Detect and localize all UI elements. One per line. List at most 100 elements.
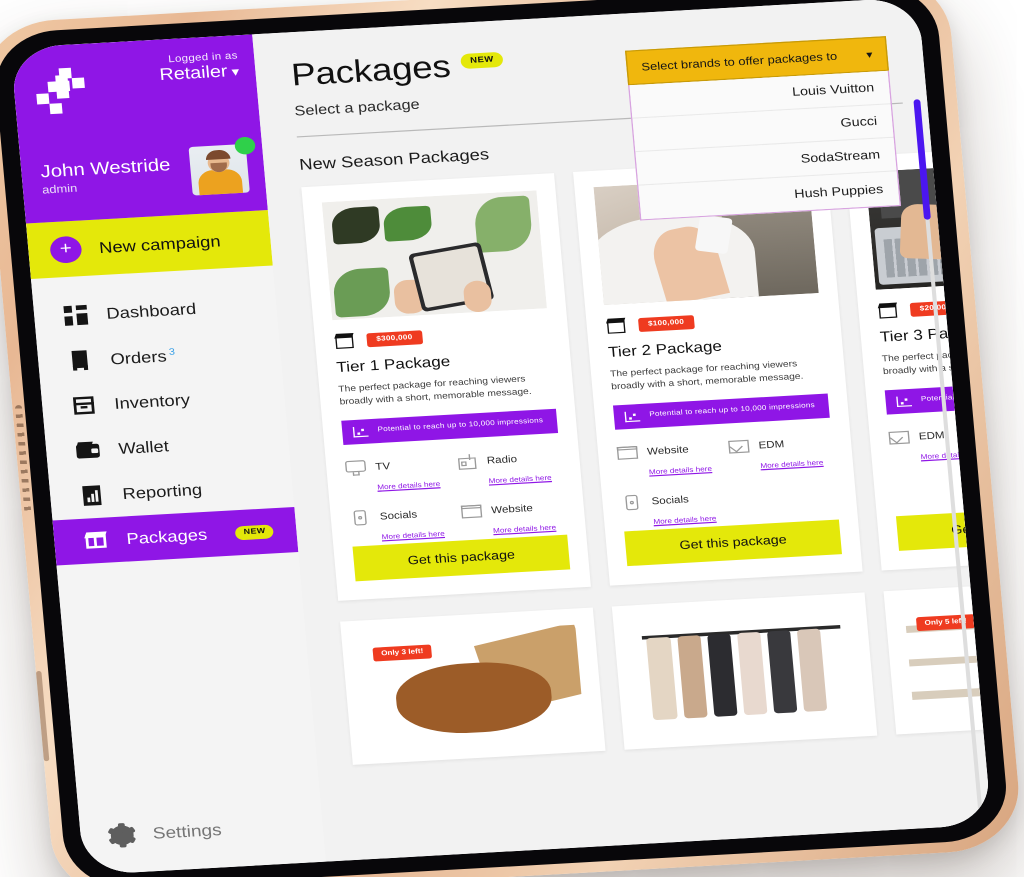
sidebar-item-label: Reporting xyxy=(121,480,203,503)
chart-icon xyxy=(352,426,369,437)
package-meta: $100,000 xyxy=(605,306,821,335)
chevron-down-icon: ▾ xyxy=(231,65,240,80)
channel-list: Website More details here EDM More detai… xyxy=(616,433,839,531)
reporting-icon xyxy=(80,485,105,506)
channel-name: Socials xyxy=(379,508,418,522)
tv-icon xyxy=(344,459,367,476)
package-thumbnail: Only 5 left! xyxy=(903,593,992,717)
wallet-icon xyxy=(75,440,101,461)
settings-label: Settings xyxy=(151,819,223,843)
channel-item: Website More details here xyxy=(616,440,723,482)
impressions-text: Potential to reach up to 10,000 impressi… xyxy=(649,402,816,419)
package-icon xyxy=(333,332,355,350)
packages-grid-second-row: Only 3 left! Only 5 left! xyxy=(340,576,992,765)
chevron-down-icon: ▾ xyxy=(865,47,873,60)
status-online-indicator xyxy=(234,136,256,155)
brand-logo-icon xyxy=(31,66,98,116)
page-title: Packages xyxy=(289,48,452,93)
channel-item: Socials More details here xyxy=(349,504,455,546)
tablet-device: Logged in as Retailer ▾ John Westride adm… xyxy=(0,0,1024,877)
impressions-text: Potential to reach up to 10,000 impressi… xyxy=(920,387,992,404)
sidebar-header: Logged in as Retailer ▾ John Westride adm… xyxy=(10,34,268,224)
sidebar-item-label: Packages xyxy=(125,525,208,548)
package-thumbnail: Only 3 left! xyxy=(360,624,586,747)
thumbnail-image xyxy=(903,593,992,701)
channel-details-link[interactable]: More details here xyxy=(493,524,557,534)
channel-details-link[interactable]: More details here xyxy=(649,466,713,476)
channel-name: EDM xyxy=(757,437,785,451)
app-window: Logged in as Retailer ▾ John Westride adm… xyxy=(10,0,992,876)
logged-in-as[interactable]: Logged in as Retailer ▾ xyxy=(158,49,240,85)
channel-item: TV More details here xyxy=(344,455,451,497)
screenshot-root: Logged in as Retailer ▾ John Westride adm… xyxy=(0,0,1024,877)
package-icon xyxy=(877,301,899,319)
sidebar-nav: Dashboard Orders3 Inventory Wallet Repor… xyxy=(31,265,299,566)
channel-item: Radio More details here xyxy=(456,449,562,491)
brand-dropdown-label: Select brands to offer packages to xyxy=(640,49,838,74)
packages-new-badge: NEW xyxy=(234,523,275,540)
chart-icon xyxy=(896,395,913,407)
channel-list: EDM More details here xyxy=(888,418,991,466)
sidebar-item-label: Orders3 xyxy=(109,346,176,368)
main-content: Select brands to offer packages to ▾ Lou… xyxy=(252,0,992,862)
package-card[interactable] xyxy=(611,591,878,750)
plus-icon: + xyxy=(49,235,83,264)
channel-name: Radio xyxy=(486,452,518,466)
package-card[interactable]: $100,000 Tier 2 Package The perfect pack… xyxy=(573,157,863,586)
thumbnail-image xyxy=(632,609,847,721)
package-meta: $300,000 xyxy=(333,321,549,350)
channel-name: Website xyxy=(646,443,690,458)
channel-details-link[interactable]: More details here xyxy=(377,481,441,491)
mail-icon xyxy=(728,438,750,454)
impressions-pill: Potential to reach up to 10,000 impressi… xyxy=(612,392,830,430)
mobile-icon xyxy=(621,494,643,510)
role-label: Retailer xyxy=(158,62,229,85)
package-card[interactable]: Only 3 left! xyxy=(340,606,606,765)
sidebar-item-label: Wallet xyxy=(117,437,170,458)
new-campaign-label: New campaign xyxy=(98,231,222,256)
channel-details-link[interactable]: More details here xyxy=(920,450,984,460)
impressions-text: Potential to reach up to 10,000 impressi… xyxy=(377,417,544,434)
package-description: The perfect package for reaching viewers… xyxy=(337,373,533,408)
device-bezel: Logged in as Retailer ▾ John Westride adm… xyxy=(0,0,1011,877)
device-screen: Logged in as Retailer ▾ John Westride adm… xyxy=(10,0,992,876)
dashboard-icon xyxy=(63,304,89,326)
package-card[interactable]: $300,000 Tier 1 Package The perfect pack… xyxy=(301,173,591,601)
thumbnail-image xyxy=(360,624,586,737)
channel-list: TV More details here Radio More details … xyxy=(344,449,567,547)
price-badge: $300,000 xyxy=(366,329,423,347)
package-icon xyxy=(605,317,627,335)
channel-item: EDM More details here xyxy=(888,424,991,466)
avatar-wrapper xyxy=(188,136,256,196)
package-thumbnail xyxy=(632,609,857,732)
packages-grid: $300,000 Tier 1 Package The perfect pack… xyxy=(301,142,992,601)
channel-name: TV xyxy=(374,459,391,473)
package-icon xyxy=(84,530,109,551)
channel-details-link[interactable]: More details here xyxy=(653,515,717,525)
price-badge: $100,000 xyxy=(637,314,695,332)
impressions-pill: Potential to reach up to 10,000 impressi… xyxy=(341,408,559,445)
role-selector[interactable]: Retailer ▾ xyxy=(159,62,240,85)
radio-icon xyxy=(456,453,478,470)
orders-count-badge: 3 xyxy=(168,346,176,357)
impressions-pill: Potential to reach up to 10,000 impressi… xyxy=(884,377,992,415)
channel-name: Socials xyxy=(651,493,690,507)
channel-item: Socials More details here xyxy=(621,489,727,531)
browser-icon xyxy=(616,444,639,460)
user-profile[interactable]: John Westride admin xyxy=(39,136,256,204)
channel-item: EDM More details here xyxy=(728,433,834,475)
sidebar-item-label: Dashboard xyxy=(105,299,197,323)
gear-icon xyxy=(107,822,137,848)
package-card[interactable]: Only 5 left! xyxy=(883,576,992,734)
page-title-new-badge: NEW xyxy=(460,51,504,70)
device-volume-button[interactable] xyxy=(35,670,50,762)
inventory-icon xyxy=(71,395,96,416)
channel-name: EDM xyxy=(918,428,946,442)
channel-details-link[interactable]: More details here xyxy=(381,530,445,540)
get-package-button[interactable]: Get this package xyxy=(895,503,992,551)
mail-icon xyxy=(888,429,910,445)
channel-details-link[interactable]: More details here xyxy=(760,459,824,469)
sidebar-item-settings[interactable]: Settings xyxy=(77,785,326,875)
channel-details-link[interactable]: More details here xyxy=(488,475,552,485)
browser-icon xyxy=(460,503,483,519)
